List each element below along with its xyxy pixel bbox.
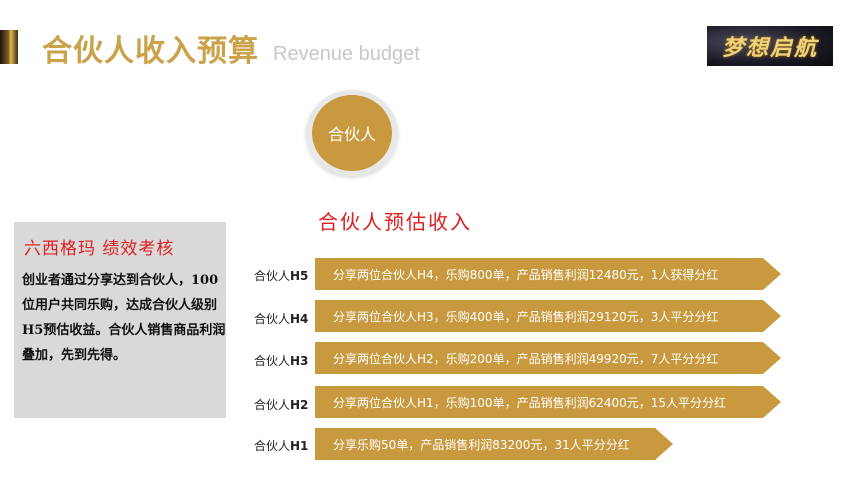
info-heading: 六西格玛 绩效考核 (24, 239, 175, 259)
tier-level: H2 (290, 398, 309, 412)
tier-label-h4: 合伙人H4 (254, 310, 308, 327)
page-subtitle: Revenue budget (273, 43, 420, 65)
tier-label-h5: 合伙人H5 (254, 267, 308, 284)
tier-arrow-h2: 分享两位合伙人H1，乐购100单，产品销售利润62400元，15人平分分红 (315, 386, 781, 418)
partner-badge: 合伙人 (312, 95, 392, 171)
tier-level: H3 (290, 354, 309, 368)
tier-prefix: 合伙人 (254, 439, 291, 453)
tier-label-h3: 合伙人H3 (254, 352, 308, 369)
tier-text: 分享两位合伙人H2，乐购200单，产品销售利润49920元，7人平分分红 (333, 351, 719, 366)
tier-label-h2: 合伙人H2 (254, 396, 308, 413)
page-title: 合伙人收入预算 (42, 34, 259, 69)
tier-prefix: 合伙人 (254, 354, 291, 368)
tier-text: 分享乐购50单，产品销售利润83200元，31人平分分红 (333, 437, 630, 452)
tier-text: 分享两位合伙人H1，乐购100单，产品销售利润62400元，15人平分分红 (333, 395, 727, 410)
tier-arrow-h4: 分享两位合伙人H3，乐购400单，产品销售利润29120元，3人平分分红 (315, 300, 781, 332)
header-accent-bar (0, 30, 18, 64)
tier-level: H1 (290, 439, 309, 453)
info-body: 创业者通过分享达到合伙人，100位用户共同乐购，达成合伙人级别H5预估收益。合伙… (22, 273, 226, 363)
tier-arrow-h5: 分享两位合伙人H4，乐购800单，产品销售利润12480元，1人获得分红 (315, 258, 781, 290)
tier-prefix: 合伙人 (254, 398, 291, 412)
tier-level: H5 (290, 269, 309, 283)
tier-text: 分享两位合伙人H3，乐购400单，产品销售利润29120元，3人平分分红 (333, 309, 719, 324)
tier-arrow-h3: 分享两位合伙人H2，乐购200单，产品销售利润49920元，7人平分分红 (315, 342, 781, 374)
tier-text: 分享两位合伙人H4，乐购800单，产品销售利润12480元，1人获得分红 (333, 267, 719, 282)
tier-prefix: 合伙人 (254, 312, 291, 326)
brand-logo-text: 梦想启航 (721, 35, 818, 61)
tier-level: H4 (290, 312, 309, 326)
tier-arrow-h1: 分享乐购50单，产品销售利润83200元，31人平分分红 (315, 428, 673, 460)
info-box: 六西格玛 绩效考核 创业者通过分享达到合伙人，100位用户共同乐购，达成合伙人级… (14, 222, 226, 418)
tier-prefix: 合伙人 (254, 269, 291, 283)
brand-logo: 梦想启航 (707, 26, 833, 66)
tier-label-h1: 合伙人H1 (254, 437, 308, 454)
section-title: 合伙人预估收入 (318, 210, 472, 234)
